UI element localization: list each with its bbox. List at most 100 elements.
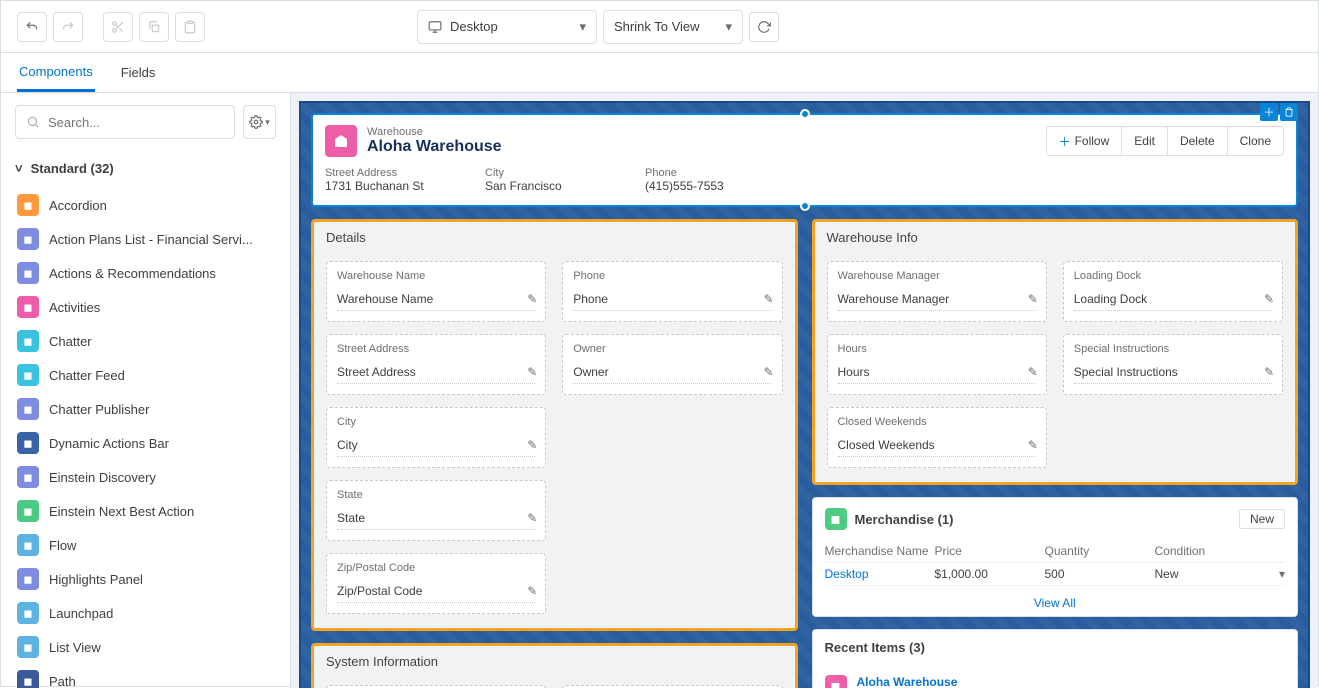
clone-button[interactable]: Clone	[1228, 127, 1283, 155]
refresh-button[interactable]	[749, 12, 779, 42]
row-menu-button[interactable]: ▾	[1279, 567, 1285, 581]
component-item[interactable]: ◼Einstein Discovery	[15, 460, 276, 494]
field[interactable]: Zip/Postal CodeZip/Postal Code✎	[326, 553, 546, 614]
component-item[interactable]: ◼Chatter Feed	[15, 358, 276, 392]
redo-button[interactable]	[53, 12, 83, 42]
edit-icon[interactable]: ✎	[527, 292, 537, 306]
resize-handle[interactable]	[800, 201, 810, 211]
component-label: Einstein Discovery	[49, 470, 156, 485]
merchandise-icon: ◼	[825, 508, 847, 530]
cell: New ▾	[1155, 567, 1286, 581]
field-label: Street Address	[325, 167, 445, 179]
add-component-button[interactable]: ＋	[1260, 103, 1278, 121]
edit-icon[interactable]: ✎	[527, 584, 537, 598]
field[interactable]: Warehouse NameWarehouse Name✎	[326, 261, 546, 322]
component-icon: ◼	[17, 364, 39, 386]
related-list-title: Merchandise (1)	[855, 512, 954, 527]
search-input[interactable]	[48, 115, 224, 130]
device-select[interactable]: Desktop ▾	[417, 10, 597, 44]
component-item[interactable]: ◼Actions & Recommendations	[15, 256, 276, 290]
component-label: Accordion	[49, 198, 107, 213]
recent-item-link[interactable]: Aloha Warehouse	[857, 675, 1036, 688]
chevron-down-icon: ˅	[15, 161, 23, 176]
component-label: Actions & Recommendations	[49, 266, 216, 281]
gear-icon	[249, 115, 263, 129]
panel-title: Warehouse Info	[815, 222, 1296, 253]
col-header: Price	[935, 544, 1045, 558]
settings-button[interactable]: ▾	[243, 105, 276, 139]
component-label: Path	[49, 674, 76, 688]
cell: $1,000.00	[935, 567, 1045, 581]
zoom-select[interactable]: Shrink To View ▾	[603, 10, 743, 44]
tab-components[interactable]: Components	[17, 54, 95, 92]
edit-icon[interactable]: ✎	[527, 438, 537, 452]
follow-button[interactable]: ＋Follow	[1047, 127, 1123, 155]
delete-button[interactable]: Delete	[1168, 127, 1228, 155]
copy-button[interactable]	[139, 12, 169, 42]
component-label: Einstein Next Best Action	[49, 504, 194, 519]
field[interactable]: Warehouse ManagerWarehouse Manager✎	[827, 261, 1047, 322]
edit-button[interactable]: Edit	[1122, 127, 1168, 155]
edit-icon[interactable]: ✎	[1264, 292, 1274, 306]
delete-component-button[interactable]	[1280, 103, 1298, 121]
canvas[interactable]: ＋ Warehouse Aloha Warehouse ＋Follow Edit…	[299, 101, 1310, 688]
component-icon: ◼	[17, 398, 39, 420]
component-item[interactable]: ◼Action Plans List - Financial Servi...	[15, 222, 276, 256]
field-value: Zip/Postal Code	[337, 580, 535, 603]
field[interactable]: PhonePhone✎	[562, 261, 782, 322]
resize-handle[interactable]	[800, 109, 810, 119]
col-header: Quantity	[1045, 544, 1155, 558]
details-panel[interactable]: Details Warehouse NameWarehouse Name✎Str…	[311, 219, 798, 631]
paste-button[interactable]	[175, 12, 205, 42]
edit-icon[interactable]: ✎	[527, 511, 537, 525]
edit-icon[interactable]: ✎	[1264, 365, 1274, 379]
recent-items-panel[interactable]: Recent Items (3) ◼Aloha WarehouseStreet …	[812, 629, 1299, 688]
component-item[interactable]: ◼Launchpad	[15, 596, 276, 630]
component-icon: ◼	[17, 194, 39, 216]
field[interactable]: HoursHours✎	[827, 334, 1047, 395]
cell: 500	[1045, 567, 1155, 581]
new-merchandise-button[interactable]: New	[1239, 509, 1285, 529]
cut-button[interactable]	[103, 12, 133, 42]
edit-icon[interactable]: ✎	[1028, 292, 1038, 306]
warehouse-info-panel[interactable]: Warehouse Info Warehouse ManagerWarehous…	[812, 219, 1299, 485]
undo-button[interactable]	[17, 12, 47, 42]
component-icon: ◼	[17, 296, 39, 318]
field-label: Phone	[573, 270, 771, 282]
component-icon: ◼	[17, 602, 39, 624]
component-icon: ◼	[17, 670, 39, 688]
view-all-link[interactable]: View All	[813, 590, 1298, 616]
field[interactable]: OwnerOwner✎	[562, 334, 782, 395]
field[interactable]: StateState✎	[326, 480, 546, 541]
component-item[interactable]: ◼Einstein Next Best Action	[15, 494, 276, 528]
field[interactable]: Closed WeekendsClosed Weekends✎	[827, 407, 1047, 468]
edit-icon[interactable]: ✎	[1028, 438, 1038, 452]
component-item[interactable]: ◼ Path	[15, 664, 276, 688]
component-item[interactable]: ◼List View	[15, 630, 276, 664]
edit-icon[interactable]: ✎	[763, 365, 773, 379]
highlights-panel[interactable]: ＋ Warehouse Aloha Warehouse ＋Follow Edit…	[311, 113, 1298, 207]
component-item[interactable]: ◼Highlights Panel	[15, 562, 276, 596]
field[interactable]: CityCity✎	[326, 407, 546, 468]
field-value: (415)555-7553	[645, 179, 765, 193]
field[interactable]: Street AddressStreet Address✎	[326, 334, 546, 395]
system-info-panel[interactable]: System Information Created ByCreated By✎…	[311, 643, 798, 688]
tab-fields[interactable]: Fields	[119, 55, 158, 90]
edit-icon[interactable]: ✎	[1028, 365, 1038, 379]
component-item[interactable]: ◼Activities	[15, 290, 276, 324]
edit-icon[interactable]: ✎	[763, 292, 773, 306]
compact-field: Street Address1731 Buchanan St	[325, 167, 445, 193]
component-item[interactable]: ◼Dynamic Actions Bar	[15, 426, 276, 460]
component-item[interactable]: ◼Chatter	[15, 324, 276, 358]
field[interactable]: Loading DockLoading Dock✎	[1063, 261, 1283, 322]
edit-icon[interactable]: ✎	[527, 365, 537, 379]
component-item[interactable]: ◼ Accordion	[15, 188, 276, 222]
field-label: State	[337, 489, 535, 501]
device-label: Desktop	[450, 19, 498, 34]
section-standard[interactable]: ˅ Standard (32)	[15, 155, 276, 182]
component-item[interactable]: ◼Chatter Publisher	[15, 392, 276, 426]
merchandise-related-list[interactable]: ◼ Merchandise (1) New Merchandise Name P…	[812, 497, 1299, 617]
merchandise-link[interactable]: Desktop	[825, 567, 935, 581]
component-item[interactable]: ◼Flow	[15, 528, 276, 562]
field[interactable]: Special InstructionsSpecial Instructions…	[1063, 334, 1283, 395]
